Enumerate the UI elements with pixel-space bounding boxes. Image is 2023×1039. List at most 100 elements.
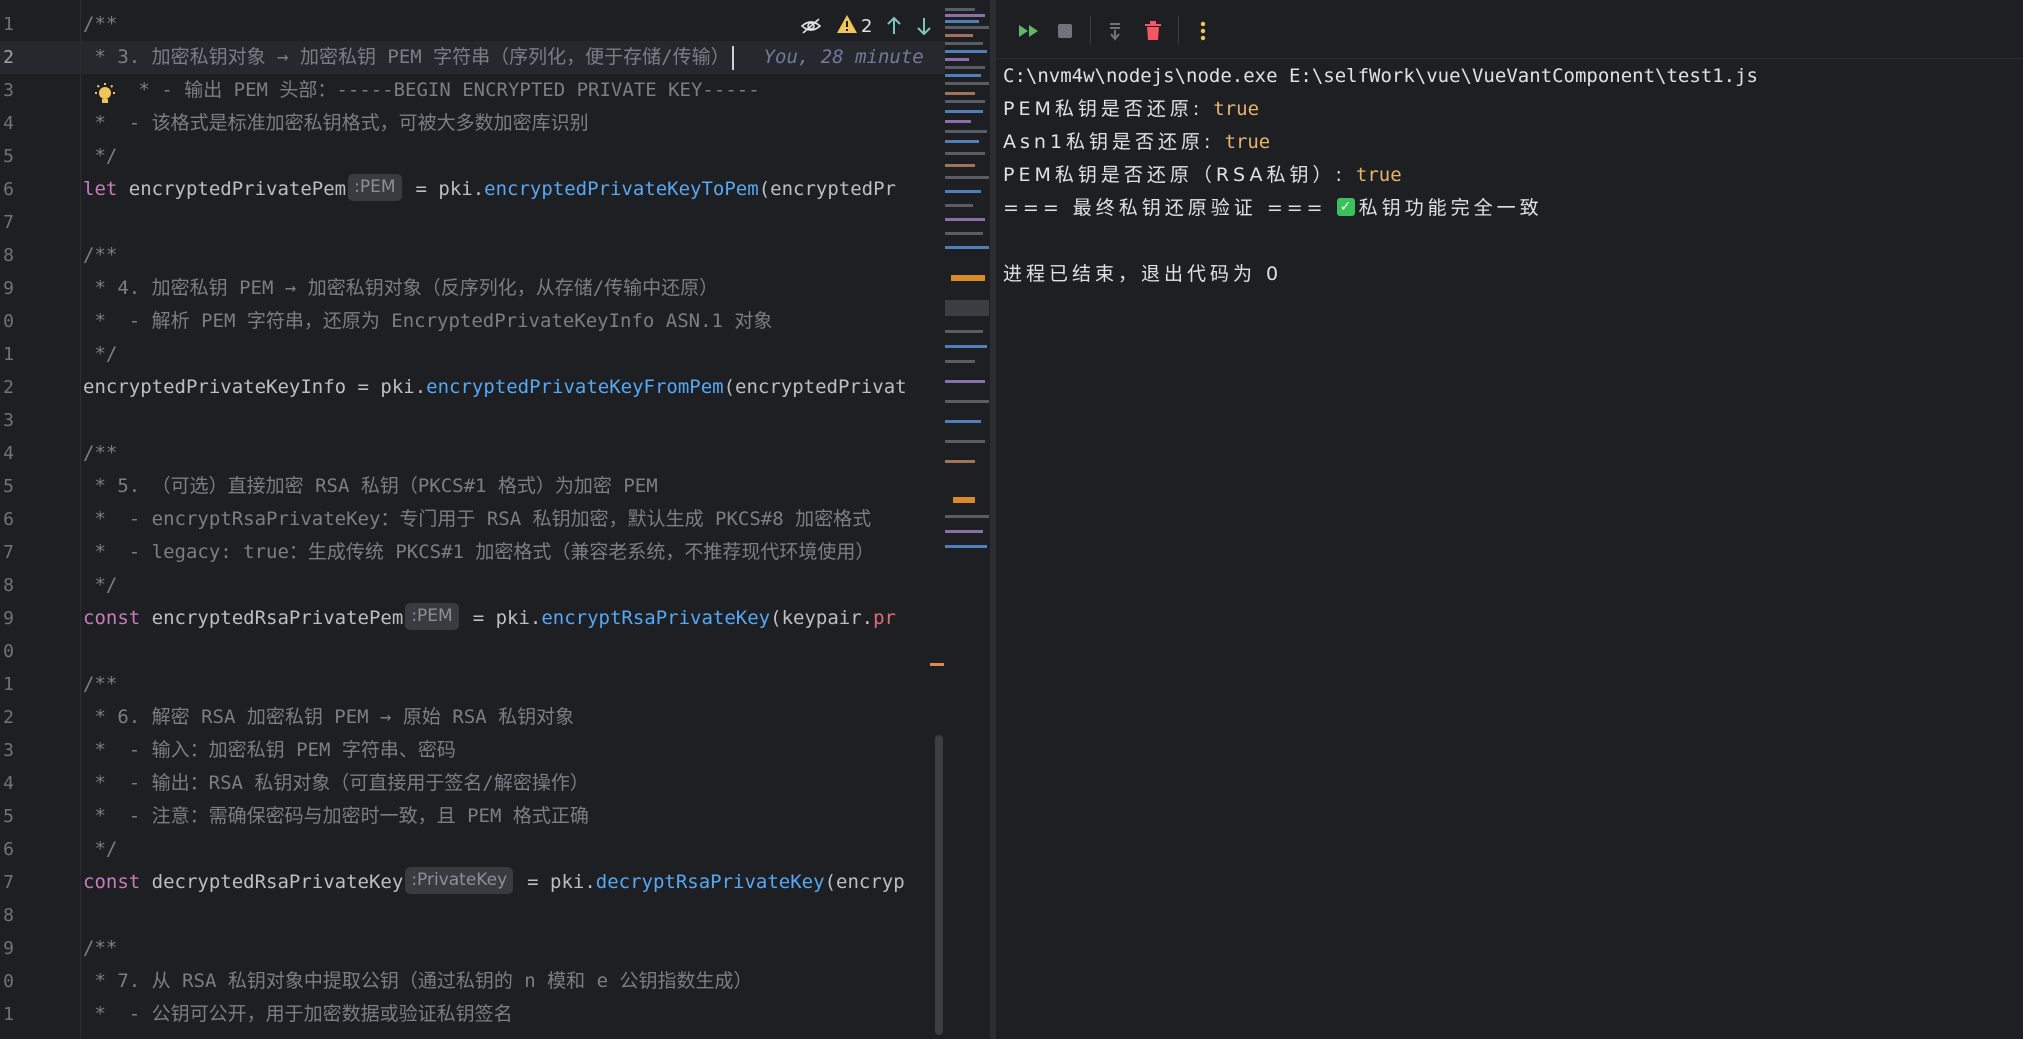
code-statement[interactable]: encryptedPrivateKeyInfo = pki.encryptedP… — [83, 371, 907, 404]
line-number: 4 — [3, 443, 14, 464]
toolbar-separator — [1090, 16, 1091, 44]
code-statement[interactable]: const decryptedRsaPrivateKey:PrivateKey =… — [83, 866, 905, 899]
line-number: 4 — [3, 773, 14, 794]
line-number: 2 — [3, 707, 14, 728]
code-comment: */ — [83, 838, 118, 860]
variable-name: encryptedRsaPrivatePem — [140, 607, 404, 629]
function-name[interactable]: encryptedPrivateKeyFromPem — [426, 376, 723, 398]
trash-icon[interactable] — [1140, 18, 1166, 44]
line-number: 7 — [3, 872, 14, 893]
code-comment: * 3. 加密私钥对象 → 加密私钥 PEM 字符串（序列化，便于存储/传输） — [83, 46, 730, 68]
warning-marker[interactable] — [930, 663, 944, 666]
output-label: === 最终私钥还原验证 === — [1003, 197, 1337, 219]
bulb-icon[interactable] — [92, 82, 118, 108]
scroll-end-icon[interactable] — [1102, 18, 1128, 44]
check-icon: ✓ — [1336, 197, 1355, 216]
editor-scrollbar[interactable] — [935, 735, 943, 1035]
rerun-icon[interactable] — [1016, 18, 1042, 44]
function-name[interactable]: encryptedPrivateKeyToPem — [484, 178, 759, 200]
output-label: PEM私钥是否还原: — [1003, 98, 1214, 120]
line-number: 8 — [3, 245, 14, 266]
code-text: (encryptedPr — [758, 178, 896, 200]
warning-indicator[interactable]: 2 — [836, 12, 872, 40]
line-number: 9 — [3, 608, 14, 629]
code-comment: */ — [83, 343, 118, 365]
text-caret — [731, 45, 734, 70]
stop-icon[interactable] — [1052, 18, 1078, 44]
variable-name: decryptedRsaPrivateKey — [140, 871, 404, 893]
line-number: 7 — [3, 542, 14, 563]
type-hint: :PrivateKey — [405, 867, 514, 894]
console-output-line: === 最终私钥还原验证 === ✓ 私钥功能完全一致 — [1003, 192, 1543, 225]
line-number: 4 — [3, 113, 14, 134]
code-statement[interactable]: let encryptedPrivatePem:PEM = pki.encrypt… — [83, 173, 896, 206]
code-text: = pki. — [415, 178, 485, 200]
line-number: 5 — [3, 146, 14, 167]
code-minimap[interactable] — [945, 0, 989, 560]
console-command-line: C:\nvm4w\nodejs\node.exe E:\selfWork\vue… — [1003, 65, 1758, 87]
line-number: 5 — [3, 806, 14, 827]
code-comment: * 4. 加密私钥 PEM → 加密私钥对象（反序列化，从存储/传输中还原） — [83, 277, 719, 299]
code-comment: /** — [83, 937, 118, 959]
editor-inspection-toolbar: 2 — [800, 12, 932, 40]
output-value: true — [1224, 131, 1271, 153]
run-toolbar — [996, 0, 2023, 59]
arrow-down-icon[interactable] — [916, 12, 932, 40]
line-number: 9 — [3, 278, 14, 299]
type-hint: :PEM — [348, 174, 402, 201]
code-statement[interactable]: const encryptedRsaPrivatePem:PEM = pki.en… — [83, 602, 896, 635]
arrow-up-icon[interactable] — [886, 12, 902, 40]
line-number: 1 — [3, 344, 14, 365]
line-number: 1 — [3, 1004, 14, 1025]
function-name[interactable]: encryptRsaPrivateKey — [541, 607, 770, 629]
console-output-line: PEM私钥是否还原（RSA私钥）: true — [1003, 159, 1402, 192]
code-comment: /** — [83, 673, 118, 695]
code-comment: * - encryptRsaPrivateKey：专门用于 RSA 私钥加密，默… — [83, 508, 872, 530]
code-comment: * - 公钥可公开，用于加密数据或验证私钥签名 — [83, 1003, 513, 1025]
line-number: 2 — [3, 377, 14, 398]
code-comment: * - 该格式是标准加密私钥格式，可被大多数加密库识别 — [83, 112, 589, 134]
code-comment: * - legacy: true：生成传统 PKCS#1 加密格式（兼容老系统，… — [83, 541, 875, 563]
eye-off-icon[interactable] — [800, 12, 822, 40]
code-editor[interactable]: 1 2 3 4 5 6 7 8 9 0 1 2 3 4 5 6 7 8 9 0 … — [0, 0, 990, 1039]
more-icon[interactable] — [1190, 18, 1216, 44]
toolbar-separator — [1178, 16, 1179, 44]
code-text: encryptedPrivateKeyInfo = pki. — [83, 376, 427, 398]
keyword: const — [83, 607, 141, 629]
function-name[interactable]: decryptRsaPrivateKey — [596, 871, 825, 893]
git-blame-annotation[interactable]: You, 28 minute — [764, 46, 924, 68]
line-number: 8 — [3, 905, 14, 926]
code-comment: * 5. （可选）直接加密 RSA 私钥（PKCS#1 格式）为加密 PEM — [83, 475, 658, 497]
code-comment: * 7. 从 RSA 私钥对象中提取公钥（通过私钥的 n 模和 e 公钥指数生成… — [83, 970, 753, 992]
code-comment: /** — [83, 442, 118, 464]
line-number: 8 — [3, 575, 14, 596]
console-exit-line: 进程已结束，退出代码为 0 — [1003, 263, 1283, 285]
code-comment: */ — [83, 574, 118, 596]
line-number: 6 — [3, 839, 14, 860]
line-number: 6 — [3, 509, 14, 530]
code-comment: * - 输出：RSA 私钥对象（可直接用于签名/解密操作） — [83, 772, 589, 794]
keyword: let — [83, 178, 118, 200]
code-text: (encryp — [824, 871, 905, 893]
line-number: 6 — [3, 179, 14, 200]
code-comment: * - 输出 PEM 头部：-----BEGIN ENCRYPTED PRIVA… — [127, 79, 760, 101]
run-console-panel: C:\nvm4w\nodejs\node.exe E:\selfWork\vue… — [996, 0, 2023, 1039]
code-comment: /** — [83, 244, 118, 266]
variable-name: encryptedPrivatePem — [117, 178, 347, 200]
warning-count: 2 — [861, 15, 873, 37]
line-number: 1 — [3, 14, 14, 35]
warning-icon — [836, 14, 858, 39]
line-number: 3 — [3, 740, 14, 761]
output-label: Asn1私钥是否还原: — [1003, 131, 1225, 153]
output-label: PEM私钥是否还原（RSA私钥）: — [1003, 164, 1356, 186]
type-hint: :PEM — [405, 603, 459, 630]
line-number: 2 — [3, 47, 14, 68]
output-value: true — [1213, 98, 1260, 120]
code-comment: * - 解析 PEM 字符串，还原为 EncryptedPrivateKeyIn… — [83, 310, 773, 332]
line-number: 0 — [3, 971, 14, 992]
line-number: 1 — [3, 674, 14, 695]
output-label: 私钥功能完全一致 — [1358, 197, 1543, 219]
code-line-current[interactable]: * 3. 加密私钥对象 → 加密私钥 PEM 字符串（序列化，便于存储/传输） Y… — [83, 41, 924, 74]
code-comment: /** — [83, 13, 118, 35]
line-number-gutter: 1 2 3 4 5 6 7 8 9 0 1 2 3 4 5 6 7 8 9 0 … — [0, 0, 81, 1039]
